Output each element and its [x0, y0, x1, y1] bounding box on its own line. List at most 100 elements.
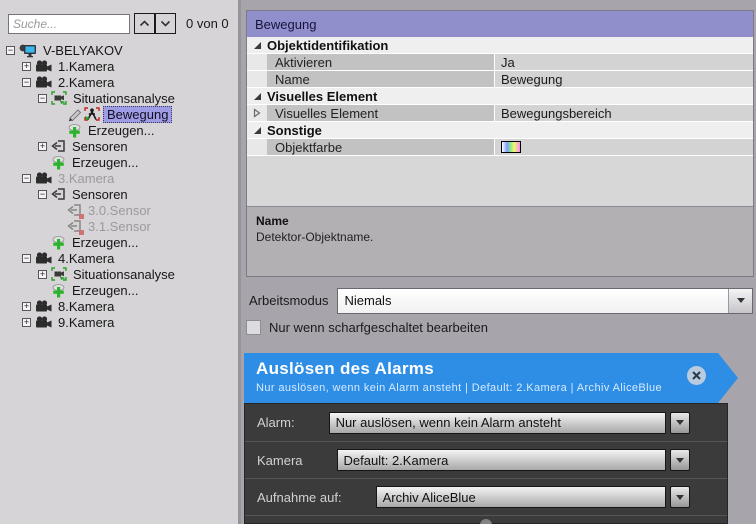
tree-item-label[interactable]: 4.Kamera	[55, 251, 117, 266]
sensor-icon	[67, 203, 82, 217]
field-label: Alarm:	[257, 415, 295, 430]
search-next-button[interactable]	[155, 13, 176, 34]
tree-item-erzeugen[interactable]: Erzeugen...	[0, 234, 238, 250]
tree-item-situationsanalyse[interactable]: − Situationsanalyse	[0, 90, 238, 106]
tree-item-situationsanalyse[interactable]: + Situationsanalyse	[0, 266, 238, 282]
field-label: Aufnahme auf:	[257, 490, 342, 505]
tree-item-label[interactable]: 9.Kamera	[55, 315, 117, 330]
category-row-sonstige[interactable]: Sonstige	[247, 122, 753, 139]
property-value[interactable]: Bewegung	[495, 71, 753, 87]
tree-item-label[interactable]: Erzeugen...	[85, 123, 158, 138]
collapse-icon[interactable]: −	[38, 190, 47, 199]
armed-only-label: Nur wenn scharfgeschaltet bearbeiten	[269, 320, 488, 335]
tree-item-erzeugen[interactable]: Erzeugen...	[0, 122, 238, 138]
property-label[interactable]: Visuelles Element	[267, 105, 495, 121]
tree-item-label[interactable]: Erzeugen...	[69, 235, 142, 250]
alarm-dropdown-button[interactable]	[670, 412, 690, 434]
tree-item-4-kamera[interactable]: − 4.Kamera	[0, 250, 238, 266]
expand-icon[interactable]: +	[38, 142, 47, 151]
tree-item-1-kamera[interactable]: +1.Kamera	[0, 58, 238, 74]
create-icon	[51, 283, 66, 298]
tree-item-erzeugen[interactable]: Erzeugen...	[0, 154, 238, 170]
tree-item-3-kamera[interactable]: − 3.Kamera	[0, 170, 238, 186]
collapse-icon[interactable]: −	[38, 94, 47, 103]
property-label[interactable]: Name	[267, 71, 495, 87]
tree-item-label[interactable]: Erzeugen...	[69, 283, 142, 298]
category-row-objektidentifikation[interactable]: Objektidentifikation	[247, 37, 753, 54]
color-swatch[interactable]	[501, 141, 521, 153]
tree-item-label[interactable]: Situationsanalyse	[70, 91, 178, 106]
close-icon[interactable]	[687, 366, 706, 385]
form-row-kamera: KameraDefault: 2.Kamera	[245, 441, 727, 478]
aufnahme-auf-dropdown-button[interactable]	[670, 486, 690, 508]
expand-icon[interactable]: +	[38, 270, 47, 279]
tree-item-label[interactable]: 3.Kamera	[55, 171, 117, 186]
collapse-icon[interactable]	[247, 42, 267, 49]
tree-item-3-1-sensor[interactable]: 3.1.Sensor	[0, 218, 238, 234]
property-row-objektfarbe: Objektfarbe	[247, 139, 753, 156]
property-label[interactable]: Aktivieren	[267, 54, 495, 70]
expand-icon[interactable]: +	[22, 318, 31, 327]
collapse-icon[interactable]	[247, 127, 267, 134]
category-label: Objektidentifikation	[267, 38, 388, 53]
work-mode-label: Arbeitsmodus	[246, 293, 328, 308]
tree-item-label[interactable]: 3.0.Sensor	[85, 203, 154, 218]
collapse-icon[interactable]: −	[22, 254, 31, 263]
camera-icon	[35, 76, 52, 89]
gutter-spacer	[247, 139, 267, 155]
collapse-icon[interactable]	[247, 93, 267, 100]
tree-item-v-belyakov[interactable]: − V-BELYAKOV	[0, 42, 238, 58]
search-prev-button[interactable]	[134, 13, 155, 34]
work-mode-dropdown[interactable]: Niemals	[337, 288, 753, 314]
property-value[interactable]	[495, 139, 753, 155]
tree-item-bewegung[interactable]: Bewegung	[0, 106, 238, 122]
create-icon	[51, 155, 66, 170]
camera-icon	[35, 300, 52, 313]
tree-item-3-0-sensor[interactable]: 3.0.Sensor	[0, 202, 238, 218]
kamera-dropdown[interactable]: Default: 2.Kamera	[337, 449, 666, 471]
kamera-dropdown-button[interactable]	[670, 449, 690, 471]
object-tree: −V-BELYAKOV+1.Kamera−2.Kamera−Situations…	[0, 40, 238, 330]
splitter-grip[interactable]	[245, 515, 727, 523]
tree-item-label[interactable]: 3.1.Sensor	[85, 219, 154, 234]
property-row-aktivieren: AktivierenJa	[247, 54, 753, 71]
aufnahme-auf-dropdown[interactable]: Archiv AliceBlue	[376, 486, 666, 508]
collapse-icon[interactable]: −	[22, 78, 31, 87]
tree-item-sensoren[interactable]: − Sensoren	[0, 186, 238, 202]
application-window: 0 von 0 −V-BELYAKOV+1.Kamera−2.Kamera−Si…	[0, 0, 756, 524]
collapse-icon[interactable]: −	[22, 174, 31, 183]
armed-only-checkbox[interactable]	[246, 320, 261, 335]
property-value[interactable]: Ja	[495, 54, 753, 70]
property-value[interactable]: Bewegungsbereich	[495, 105, 753, 121]
tree-item-8-kamera[interactable]: +8.Kamera	[0, 298, 238, 314]
tree-item-label[interactable]: 1.Kamera	[55, 59, 117, 74]
alarm-dropdown[interactable]: Nur auslösen, wenn kein Alarm ansteht	[329, 412, 666, 434]
tree-item-label[interactable]: Sensoren	[69, 139, 131, 154]
property-label[interactable]: Objektfarbe	[267, 139, 495, 155]
tree-item-2-kamera[interactable]: − 2.Kamera	[0, 74, 238, 90]
tree-item-erzeugen[interactable]: Erzeugen...	[0, 282, 238, 298]
tree-item-label[interactable]: Situationsanalyse	[70, 267, 178, 282]
tree-item-label[interactable]: V-BELYAKOV	[40, 43, 126, 58]
category-row-visuelles-element[interactable]: Visuelles Element	[247, 88, 753, 105]
tree-item-9-kamera[interactable]: +9.Kamera	[0, 314, 238, 330]
work-mode-row: Arbeitsmodus Niemals	[246, 287, 753, 314]
tree-item-label[interactable]: 2.Kamera	[55, 75, 117, 90]
grip-handle-icon	[480, 519, 492, 524]
camera-icon	[35, 316, 52, 329]
server-icon	[19, 43, 37, 58]
camera-icon	[35, 252, 52, 265]
tree-item-label[interactable]: 8.Kamera	[55, 299, 117, 314]
property-grid: Bewegung ObjektidentifikationAktivierenJ…	[246, 10, 754, 277]
expand-icon[interactable]	[247, 105, 267, 121]
collapse-icon[interactable]: −	[6, 46, 15, 55]
search-input[interactable]	[8, 14, 130, 34]
tree-item-label[interactable]: Sensoren	[69, 187, 131, 202]
tree-item-label[interactable]: Bewegung	[103, 106, 172, 123]
tree-item-label[interactable]: Erzeugen...	[69, 155, 142, 170]
settings-panel: Bewegung ObjektidentifikationAktivierenJ…	[244, 0, 756, 524]
expand-icon[interactable]: +	[22, 62, 31, 71]
expand-icon[interactable]: +	[22, 302, 31, 311]
work-mode-dropdown-button[interactable]	[728, 289, 752, 313]
tree-item-sensoren[interactable]: + Sensoren	[0, 138, 238, 154]
